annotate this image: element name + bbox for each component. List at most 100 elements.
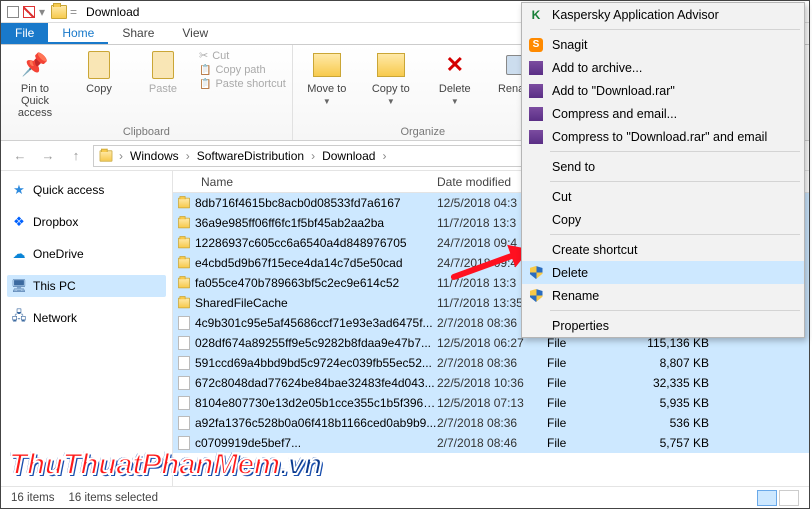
copy-to-button[interactable]: Copy to▼ [363, 49, 419, 106]
quick-access-toolbar: ▾ [1, 5, 51, 19]
tab-share[interactable]: Share [108, 23, 168, 44]
file-name: 4c9b301c95e5af45686ccf71e93e3ad6475f... [195, 316, 437, 330]
tab-file[interactable]: File [1, 23, 48, 44]
cloud-icon: ☁ [11, 246, 27, 262]
ctx-add-rar[interactable]: Add to "Download.rar" [522, 79, 804, 102]
file-name: 028df674a89255ff9e5c9282b8fdaa9e47b7... [195, 336, 437, 350]
delete-button[interactable]: ✕Delete▼ [427, 49, 483, 106]
group-clipboard-label: Clipboard [7, 126, 286, 138]
forward-button[interactable]: → [37, 145, 59, 167]
navigation-pane: ★Quick access ❖Dropbox ☁OneDrive 🖥This P… [1, 171, 173, 486]
file-size: 32,335 KB [633, 376, 725, 390]
file-name: a92fa1376c528b0a06f418b1166ced0ab9b9... [195, 416, 437, 430]
ctx-compress-rar-email[interactable]: Compress to "Download.rar" and email [522, 125, 804, 148]
file-icon [178, 396, 190, 410]
paste-shortcut-icon [199, 78, 211, 90]
file-icon [178, 376, 190, 390]
file-icon [178, 416, 190, 430]
pc-icon: 🖥 [11, 278, 27, 294]
ctx-add-archive[interactable]: Add to archive... [522, 56, 804, 79]
window-title: Download [86, 5, 139, 19]
file-row[interactable]: 672c8048dad77624be84bae32483fe4d043...22… [173, 373, 809, 393]
folder-icon [51, 5, 67, 19]
tab-home[interactable]: Home [48, 23, 108, 44]
ctx-create-shortcut[interactable]: Create shortcut [522, 238, 804, 261]
ctx-send-to[interactable]: Send to [522, 155, 804, 178]
file-type: File [547, 416, 633, 430]
copy-icon [88, 51, 110, 79]
status-selected-count: 16 items selected [68, 492, 158, 504]
copy-button[interactable]: Copy [71, 49, 127, 95]
file-size: 536 KB [633, 416, 725, 430]
ctx-snagit[interactable]: SSnagit [522, 33, 804, 56]
watermark: ThuThuatPhanMem.vn [9, 448, 322, 482]
file-date: 2/7/2018 08:36 [437, 356, 547, 370]
ctx-copy[interactable]: Copy [522, 208, 804, 231]
view-details-button[interactable] [757, 490, 777, 506]
file-type: File [547, 336, 633, 350]
file-type: File [547, 436, 633, 450]
ctx-rename[interactable]: Rename [522, 284, 804, 307]
nav-quick-access[interactable]: ★Quick access [7, 179, 166, 201]
shield-icon [528, 265, 544, 281]
file-name: 36a9e985ff06ff6fc1f5bf45ab2aa2ba [195, 216, 437, 230]
copy-to-icon [377, 53, 405, 77]
folder-icon [100, 150, 113, 161]
move-to-button[interactable]: Move to▼ [299, 49, 355, 106]
file-date: 22/5/2018 10:36 [437, 376, 547, 390]
file-row[interactable]: a92fa1376c528b0a06f418b1166ced0ab9b9...2… [173, 413, 809, 433]
archive-icon [528, 106, 544, 122]
qat-checkbox-2[interactable] [23, 6, 35, 18]
ctx-compress-email[interactable]: Compress and email... [522, 102, 804, 125]
file-name: 8db716f4615bc8acb0d08533fd7a6167 [195, 196, 437, 210]
back-button[interactable]: ← [9, 145, 31, 167]
dropbox-icon: ❖ [11, 214, 27, 230]
pin-quick-access-button[interactable]: 📌 Pin to Quick access [7, 49, 63, 119]
ctx-cut[interactable]: Cut [522, 185, 804, 208]
file-name: SharedFileCache [195, 296, 437, 310]
star-icon: ★ [11, 182, 27, 198]
file-size: 5,935 KB [633, 396, 725, 410]
crumb-download[interactable]: Download [320, 149, 377, 163]
folder-icon [178, 218, 190, 229]
kaspersky-icon: K [528, 7, 544, 23]
nav-onedrive[interactable]: ☁OneDrive [7, 243, 166, 265]
cut-button[interactable]: Cut [199, 49, 286, 62]
ctx-delete[interactable]: Delete [522, 261, 804, 284]
folder-icon [178, 238, 190, 249]
nav-this-pc[interactable]: 🖥This PC [7, 275, 166, 297]
folder-icon [178, 298, 190, 309]
crumb-softwaredistribution[interactable]: SoftwareDistribution [195, 149, 306, 163]
nav-dropbox[interactable]: ❖Dropbox [7, 211, 166, 233]
copy-path-button[interactable]: Copy path [199, 64, 286, 76]
crumb-windows[interactable]: Windows [128, 149, 181, 163]
up-button[interactable]: ↑ [65, 145, 87, 167]
file-size: 5,757 KB [633, 436, 725, 450]
view-large-button[interactable] [779, 490, 799, 506]
file-name: e4cbd5d9b67f15ece4da14c7d5e50cad [195, 256, 437, 270]
file-row[interactable]: 8104e807730e13d2e05b1cce355c1b5f396e...1… [173, 393, 809, 413]
file-row[interactable]: 591ccd69a4bbd9bd5c9724ec039fb55ec52...2/… [173, 353, 809, 373]
shield-icon [528, 288, 544, 304]
file-icon [178, 356, 190, 370]
archive-icon [528, 60, 544, 76]
file-name: 672c8048dad77624be84bae32483fe4d043... [195, 376, 437, 390]
file-size: 8,807 KB [633, 356, 725, 370]
file-date: 2/7/2018 08:46 [437, 436, 547, 450]
file-name: 591ccd69a4bbd9bd5c9724ec039fb55ec52... [195, 356, 437, 370]
copy-path-icon [199, 64, 211, 76]
ctx-kaspersky[interactable]: KKaspersky Application Advisor [522, 3, 804, 26]
network-icon: 🖧 [11, 310, 27, 326]
file-size: 115,136 KB [633, 336, 725, 350]
file-name: 12286937c605cc6a6540a4d848976705 [195, 236, 437, 250]
paste-button[interactable]: Paste [135, 49, 191, 95]
file-type: File [547, 356, 633, 370]
qat-checkbox-1[interactable] [7, 6, 19, 18]
file-date: 2/7/2018 08:36 [437, 416, 547, 430]
col-name[interactable]: Name [173, 175, 437, 189]
ctx-properties[interactable]: Properties [522, 314, 804, 337]
tab-view[interactable]: View [168, 23, 222, 44]
nav-network[interactable]: 🖧Network [7, 307, 166, 329]
paste-shortcut-button[interactable]: Paste shortcut [199, 78, 286, 90]
delete-icon: ✕ [439, 49, 471, 81]
